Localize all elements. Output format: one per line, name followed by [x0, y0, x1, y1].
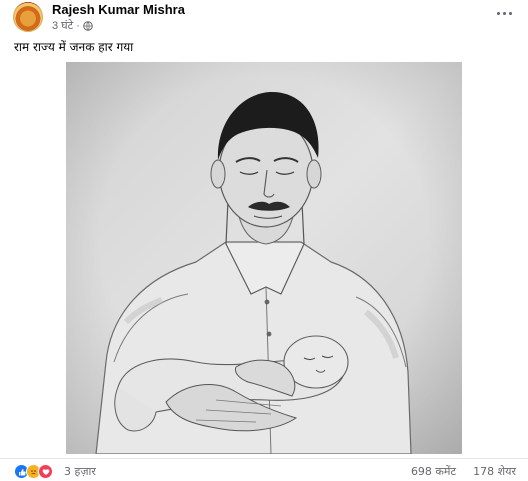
more-dot [496, 11, 500, 15]
post-meta: 3 घंटे · [52, 18, 93, 33]
author-name[interactable]: Rajesh Kumar Mishra [52, 2, 185, 17]
post-text: राम राज्य में जनक हार गया [14, 40, 134, 54]
comments-count[interactable]: 698 कमेंट [411, 464, 456, 479]
post-header: Rajesh Kumar Mishra 3 घंटे · [0, 0, 528, 34]
avatar[interactable] [13, 2, 43, 32]
shares-count[interactable]: 178 शेयर [473, 464, 516, 479]
more-dot [508, 11, 512, 15]
pencil-sketch-image [66, 62, 462, 454]
separator-dot: · [76, 19, 80, 32]
more-options-button[interactable] [490, 2, 518, 24]
reaction-icons[interactable] [14, 464, 53, 479]
more-dot [502, 11, 506, 15]
globe-icon[interactable] [83, 20, 93, 31]
reactions-bar: 3 हज़ार 698 कमेंट 178 शेयर [0, 458, 528, 481]
post-time[interactable]: 3 घंटे [52, 18, 73, 33]
reaction-count[interactable]: 3 हज़ार [64, 464, 96, 479]
post-image[interactable] [0, 56, 528, 458]
love-icon [38, 464, 53, 479]
